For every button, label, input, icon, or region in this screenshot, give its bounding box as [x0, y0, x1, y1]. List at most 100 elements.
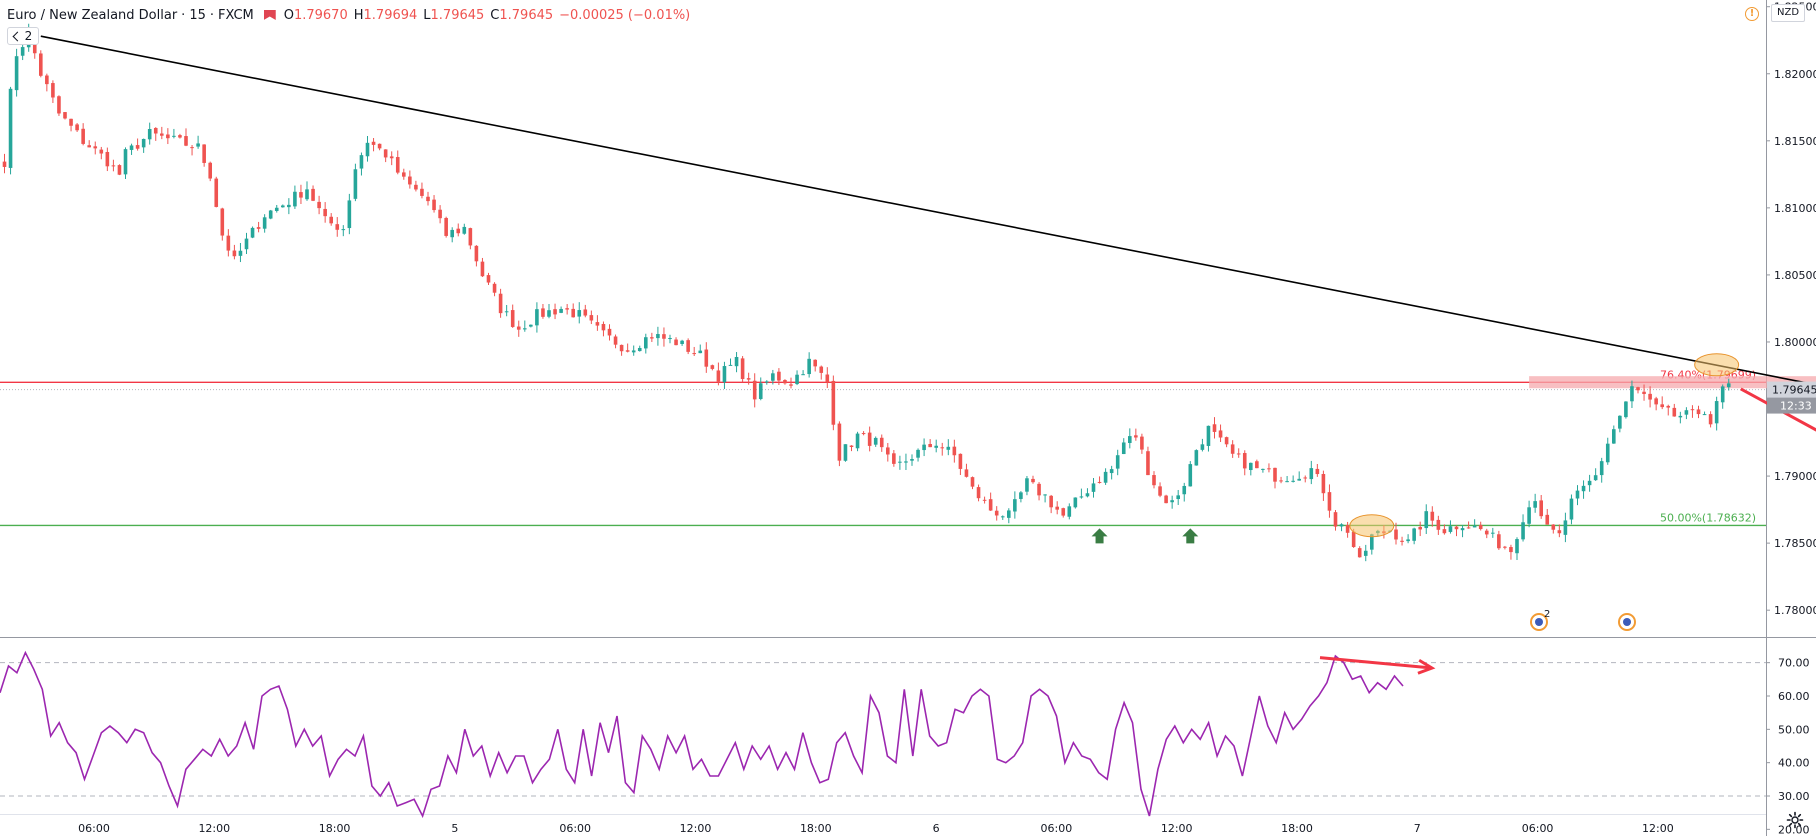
candle[interactable]	[353, 163, 358, 202]
candle[interactable]	[686, 338, 690, 355]
candle[interactable]	[1218, 424, 1223, 442]
candle[interactable]	[141, 138, 146, 153]
candle[interactable]	[414, 180, 418, 192]
candle[interactable]	[408, 170, 412, 189]
candle[interactable]	[1206, 425, 1211, 452]
candle[interactable]	[1708, 411, 1713, 428]
candle[interactable]	[1152, 471, 1156, 489]
candle[interactable]	[81, 123, 85, 146]
candle[interactable]	[1702, 411, 1707, 416]
candle[interactable]	[1267, 463, 1271, 473]
candle[interactable]	[1061, 507, 1066, 518]
candle[interactable]	[1236, 448, 1241, 458]
candle[interactable]	[305, 181, 309, 201]
candle[interactable]	[238, 242, 243, 263]
candle[interactable]	[1509, 544, 1513, 560]
candle[interactable]	[934, 439, 938, 453]
candle[interactable]	[1291, 475, 1295, 483]
candle[interactable]	[922, 438, 926, 457]
candle[interactable]	[57, 95, 61, 116]
candle[interactable]	[662, 327, 666, 347]
candle[interactable]	[1255, 459, 1259, 469]
candle[interactable]	[51, 80, 55, 103]
indicators-toggle-button[interactable]: 2	[7, 27, 39, 45]
candle[interactable]	[1242, 450, 1247, 476]
candle[interactable]	[486, 272, 491, 285]
candle[interactable]	[886, 443, 890, 462]
candle[interactable]	[1569, 494, 1574, 525]
candle[interactable]	[87, 140, 91, 148]
candle[interactable]	[323, 202, 327, 223]
candle[interactable]	[14, 48, 19, 97]
candle[interactable]	[1696, 405, 1701, 419]
time-axis[interactable]: 06:00 12:00 18:00 5 06:00 12:00 18:00 6 06:00 12:…	[78, 822, 1674, 835]
candle[interactable]	[335, 217, 340, 237]
candle[interactable]	[1618, 415, 1622, 433]
candle[interactable]	[1013, 491, 1017, 519]
candle[interactable]	[438, 205, 442, 224]
candle[interactable]	[1309, 460, 1314, 485]
candle[interactable]	[940, 442, 945, 456]
candle[interactable]	[916, 448, 920, 462]
candle[interactable]	[692, 346, 696, 357]
chart-canvas[interactable]: 1.825001.820001.815001.810001.805001.800…	[0, 0, 1816, 836]
candle[interactable]	[1025, 476, 1029, 496]
candle[interactable]	[801, 370, 805, 376]
candle[interactable]	[510, 304, 515, 328]
candle[interactable]	[523, 320, 527, 332]
candle[interactable]	[1545, 508, 1550, 525]
candle[interactable]	[1654, 396, 1658, 411]
candle[interactable]	[214, 176, 219, 208]
candle[interactable]	[1194, 449, 1199, 466]
candle[interactable]	[1303, 475, 1308, 483]
candle[interactable]	[1624, 401, 1628, 419]
up-arrow-icon[interactable]	[1091, 528, 1108, 544]
candle[interactable]	[879, 434, 884, 452]
candle[interactable]	[595, 315, 600, 331]
candle[interactable]	[831, 375, 836, 431]
candle[interactable]	[1448, 520, 1453, 534]
candle[interactable]	[1249, 462, 1253, 476]
candle[interactable]	[910, 454, 914, 466]
candles[interactable]	[2, 23, 1731, 562]
candle[interactable]	[1587, 474, 1592, 492]
candle[interactable]	[1055, 501, 1059, 515]
candle[interactable]	[480, 257, 485, 278]
candle[interactable]	[1073, 497, 1078, 509]
candle[interactable]	[873, 436, 878, 447]
candle[interactable]	[1357, 546, 1362, 558]
candle[interactable]	[583, 304, 588, 318]
candle[interactable]	[220, 207, 225, 241]
candle[interactable]	[1472, 519, 1477, 528]
candle[interactable]	[456, 223, 461, 237]
candle[interactable]	[1478, 521, 1483, 531]
candle[interactable]	[988, 492, 993, 511]
candle[interactable]	[680, 339, 684, 346]
candle[interactable]	[1019, 491, 1023, 503]
chart-root[interactable]: 1.825001.820001.815001.810001.805001.800…	[0, 0, 1816, 836]
warning-icon[interactable]: !	[1745, 7, 1759, 21]
candle[interactable]	[1491, 527, 1495, 538]
candle[interactable]	[420, 182, 424, 199]
candle[interactable]	[432, 195, 436, 213]
candle[interactable]	[1079, 488, 1084, 499]
candle[interactable]	[1503, 545, 1507, 550]
candle[interactable]	[789, 377, 793, 389]
candle[interactable]	[93, 141, 98, 155]
candle[interactable]	[1714, 396, 1719, 431]
interval-label[interactable]: 15	[189, 8, 206, 23]
candle[interactable]	[8, 86, 13, 175]
candle[interactable]	[1666, 404, 1671, 416]
candle[interactable]	[1327, 484, 1332, 518]
candle[interactable]	[1612, 425, 1616, 444]
candle[interactable]	[504, 304, 509, 317]
candle[interactable]	[1436, 515, 1441, 535]
candle[interactable]	[1563, 512, 1568, 543]
candle[interactable]	[395, 150, 400, 175]
candle[interactable]	[1684, 407, 1689, 420]
candle[interactable]	[196, 135, 200, 149]
candle[interactable]	[783, 379, 787, 385]
currency-badge[interactable]: NZD	[1771, 4, 1806, 22]
highlight-ellipse[interactable]	[1694, 353, 1740, 377]
candle[interactable]	[952, 439, 957, 463]
